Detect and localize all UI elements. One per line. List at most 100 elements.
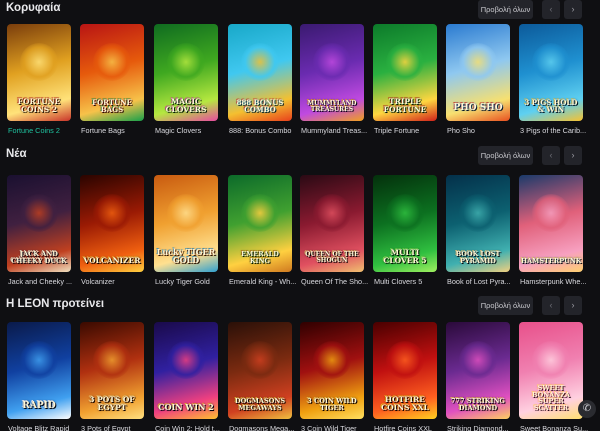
game-logo: TRIPLE FORTUNE <box>383 97 427 114</box>
chat-button[interactable]: ✆ <box>578 400 596 418</box>
game-tile[interactable]: MUMMYLAND TREASURES Mummyland Treas... <box>300 24 367 136</box>
game-tile[interactable]: DOGMASONS MEGAWAYS Dogmasons Mega... <box>228 322 294 431</box>
game-thumbnail[interactable]: BOOK LOST PYRAMID <box>446 175 510 272</box>
view-all-button[interactable]: Προβολή όλων <box>478 296 533 315</box>
game-name[interactable]: Voltage Blitz Rapid <box>8 424 80 431</box>
game-thumbnail[interactable]: VOLCANIZER <box>80 175 144 272</box>
game-thumbnail[interactable]: Lucky TIGER GOLD <box>154 175 218 272</box>
next-button[interactable]: › <box>564 0 582 19</box>
game-tile[interactable]: HAMSTERPUNK Hamsterpunk Whe... <box>519 175 587 287</box>
game-logo: FORTUNE BAGS <box>92 98 132 114</box>
game-name[interactable]: Pho Sho <box>447 126 519 135</box>
game-name[interactable]: Emerald King - Wh... <box>229 277 301 286</box>
game-tile[interactable]: SWEET BONANZA SUPER SCATTER Sweet Bonanza… <box>519 322 588 431</box>
prev-button[interactable]: ‹ <box>542 296 560 315</box>
game-thumbnail[interactable]: COIN WIN 2 <box>154 322 218 419</box>
game-tile[interactable]: 3 COIN WILD TIGER 3 Coin Wild Tiger <box>300 322 364 431</box>
game-name[interactable]: 3 Coin Wild Tiger <box>301 424 373 431</box>
prev-button[interactable]: ‹ <box>542 146 560 165</box>
game-thumbnail[interactable]: FORTUNE COINS 2 <box>7 24 71 121</box>
game-art <box>386 341 424 380</box>
game-name[interactable]: Jack and Cheeky ... <box>8 277 80 286</box>
game-name[interactable]: 888: Bonus Combo <box>229 126 301 135</box>
game-art <box>93 194 131 233</box>
game-thumbnail[interactable]: DOGMASONS MEGAWAYS <box>228 322 292 419</box>
next-button[interactable]: › <box>564 146 582 165</box>
game-name[interactable]: Queen Of The Sho... <box>301 277 373 286</box>
chevron-left-icon: ‹ <box>549 150 553 160</box>
game-thumbnail[interactable]: TRIPLE FORTUNE <box>373 24 437 121</box>
game-tile[interactable]: 3 PIGS HOLD & WIN 3 Pigs of the Carib... <box>519 24 586 136</box>
game-tile[interactable]: EMERALD KING Emerald King - Wh... <box>228 175 296 287</box>
game-name[interactable]: Striking Diamond... <box>447 424 519 431</box>
game-name[interactable]: Fortune Coins 2 <box>8 126 80 135</box>
game-logo: MAGIC CLOVERS <box>165 97 207 114</box>
game-thumbnail[interactable]: 888 BONUS COMBO <box>228 24 292 121</box>
game-name[interactable]: Triple Fortune <box>374 126 446 135</box>
game-tile[interactable]: JACK AND CHEEKY DUCK Jack and Cheeky ... <box>7 175 72 287</box>
game-tile[interactable]: FORTUNE BAGS Fortune Bags <box>80 24 144 136</box>
game-logo: QUEEN OF THE SHOGUN <box>305 251 359 264</box>
game-tile[interactable]: MULTI CLOVER 5 Multi Clovers 5 <box>373 175 437 287</box>
game-name[interactable]: Fortune Bags <box>81 126 153 135</box>
game-tile[interactable]: FORTUNE COINS 2 Fortune Coins 2 <box>7 24 71 136</box>
game-thumbnail[interactable]: 3 COIN WILD TIGER <box>300 322 364 419</box>
game-thumbnail[interactable]: EMERALD KING <box>228 175 292 272</box>
game-art <box>459 341 497 380</box>
section-header: Η LEON προτείνει Προβολή όλων ‹ › <box>0 296 600 316</box>
view-all-button[interactable]: Προβολή όλων <box>478 146 533 165</box>
game-name[interactable]: Volcanizer <box>81 277 153 286</box>
game-thumbnail[interactable]: 3 PIGS HOLD & WIN <box>519 24 583 121</box>
game-thumbnail[interactable]: MULTI CLOVER 5 <box>373 175 437 272</box>
game-logo: Lucky TIGER GOLD <box>156 247 216 265</box>
game-thumbnail[interactable]: MUMMYLAND TREASURES <box>300 24 364 121</box>
game-tile[interactable]: BOOK LOST PYRAMID Book of Lost Pyra... <box>446 175 511 287</box>
game-logo: PHO SHO <box>453 103 503 113</box>
game-tile[interactable]: COIN WIN 2 Coin Win 2: Hold t... <box>154 322 220 431</box>
next-button[interactable]: › <box>564 296 582 315</box>
game-thumbnail[interactable]: 777 STRIKING DIAMOND <box>446 322 510 419</box>
game-tile[interactable]: TRIPLE FORTUNE Triple Fortune <box>373 24 437 136</box>
game-thumbnail[interactable]: QUEEN OF THE SHOGUN <box>300 175 364 272</box>
game-thumbnail[interactable]: HOTFIRE COINS XXL <box>373 322 437 419</box>
game-name[interactable]: Coin Win 2: Hold t... <box>155 424 227 431</box>
game-thumbnail[interactable]: SWEET BONANZA SUPER SCATTER <box>519 322 583 419</box>
game-name[interactable]: Multi Clovers 5 <box>374 277 446 286</box>
game-name[interactable]: Lucky Tiger Gold <box>155 277 227 286</box>
game-thumbnail[interactable]: FORTUNE BAGS <box>80 24 144 121</box>
prev-button[interactable]: ‹ <box>542 0 560 19</box>
game-tile[interactable]: 888 BONUS COMBO 888: Bonus Combo <box>228 24 292 136</box>
game-name[interactable]: 3 Pigs of the Carib... <box>520 126 592 135</box>
game-thumbnail[interactable]: MAGIC CLOVERS <box>154 24 218 121</box>
game-name[interactable]: Book of Lost Pyra... <box>447 277 519 286</box>
game-tile[interactable]: Lucky TIGER GOLD Lucky Tiger Gold <box>154 175 218 287</box>
game-thumbnail[interactable]: RAPID <box>7 322 71 419</box>
game-name[interactable]: Hamsterpunk Whe... <box>520 277 592 286</box>
game-logo: MULTI CLOVER 5 <box>383 248 427 265</box>
game-thumbnail[interactable]: PHO SHO <box>446 24 510 121</box>
game-tile[interactable]: HOTFIRE COINS XXL Hotfire Coins XXL <box>373 322 437 431</box>
game-name[interactable]: Hotfire Coins XXL <box>374 424 446 431</box>
game-tile[interactable]: MAGIC CLOVERS Magic Clovers <box>154 24 218 136</box>
game-thumbnail[interactable]: HAMSTERPUNK <box>519 175 583 272</box>
game-thumbnail[interactable]: JACK AND CHEEKY DUCK <box>7 175 71 272</box>
game-tile[interactable]: 3 POTS OF EGYPT 3 Pots of Egypt <box>80 322 144 431</box>
game-tile[interactable]: RAPID Voltage Blitz Rapid <box>7 322 71 431</box>
game-logo: HOTFIRE COINS XXL <box>381 395 429 412</box>
game-name[interactable]: Dogmasons Mega... <box>229 424 301 431</box>
game-tile[interactable]: PHO SHO Pho Sho <box>446 24 510 136</box>
game-name[interactable]: Mummyland Treas... <box>301 126 373 135</box>
view-all-button[interactable]: Προβολή όλων <box>478 0 533 19</box>
game-art <box>459 194 497 233</box>
game-tile[interactable]: QUEEN OF THE SHOGUN Queen Of The Sho... <box>300 175 368 287</box>
game-thumbnail[interactable]: 3 POTS OF EGYPT <box>80 322 144 419</box>
game-name[interactable]: Sweet Bonanza Su... <box>520 424 592 431</box>
game-name[interactable]: 3 Pots of Egypt <box>81 424 153 431</box>
section-header: Κορυφαία Προβολή όλων ‹ › <box>0 0 600 20</box>
game-tile[interactable]: VOLCANIZER Volcanizer <box>80 175 144 287</box>
chevron-right-icon: › <box>571 4 575 14</box>
game-name[interactable]: Magic Clovers <box>155 126 227 135</box>
game-art <box>313 43 351 82</box>
game-art <box>241 43 279 82</box>
game-tile[interactable]: 777 STRIKING DIAMOND Striking Diamond... <box>446 322 510 431</box>
